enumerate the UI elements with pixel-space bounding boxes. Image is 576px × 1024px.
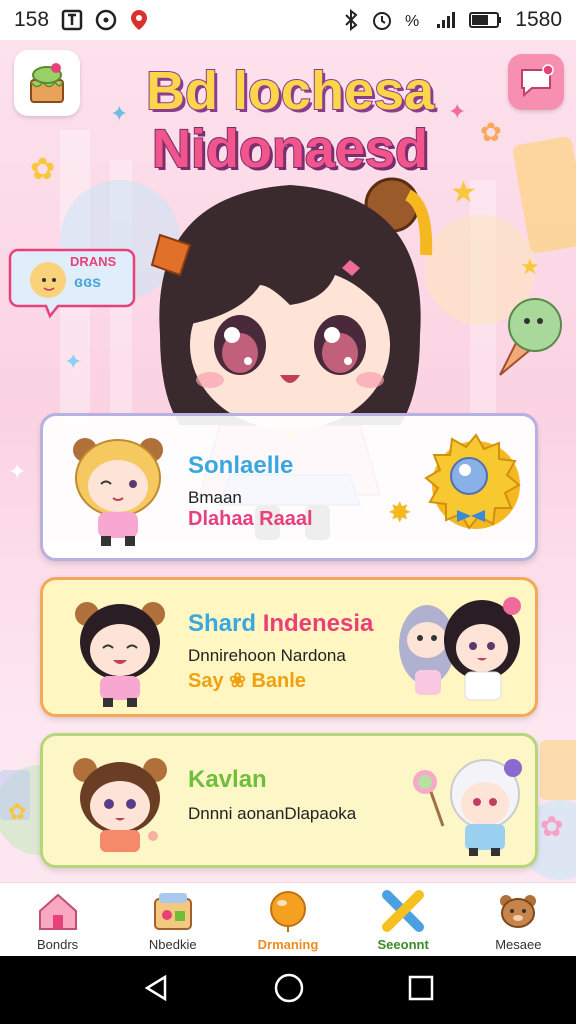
back-icon[interactable] bbox=[141, 973, 171, 1007]
sticker-text-1: DRANS bbox=[70, 254, 117, 269]
crayon-icon bbox=[381, 889, 425, 933]
game-card-1[interactable]: Sonlaelle Bmaan Dlahaa Raaal ✸ bbox=[40, 413, 538, 561]
card-2-title-part1: Shard bbox=[188, 610, 257, 637]
home-cake-button[interactable] bbox=[14, 50, 80, 116]
home-circle-icon[interactable] bbox=[273, 972, 305, 1008]
sticker-text-2: ɞɞs bbox=[74, 274, 102, 291]
card-1-title: Sonlaelle bbox=[188, 452, 294, 479]
sparkle-icon: ✦ bbox=[8, 460, 27, 485]
flower-icon: ✿ bbox=[540, 810, 564, 843]
nav-item-toys[interactable]: Nbedkie bbox=[123, 883, 223, 957]
ice-cream-sticker bbox=[480, 285, 570, 385]
wifi-icon: % bbox=[405, 10, 423, 30]
bottom-nav: Bondrs Nbedkie Drmaning Seeonnt Mesaee bbox=[0, 882, 576, 956]
nav-label-home: Bondrs bbox=[36, 937, 79, 952]
sun-mascot-icon bbox=[424, 433, 521, 530]
chat-button[interactable] bbox=[508, 54, 564, 110]
card-2-title-part2: Indenesia bbox=[262, 610, 374, 637]
chat-bubble-icon bbox=[521, 64, 554, 98]
friends-characters-icon bbox=[399, 597, 521, 701]
sparkle-icon: ✸ bbox=[388, 496, 412, 529]
status-time: 158 bbox=[14, 8, 50, 31]
card-2-title: Shard Indenesia bbox=[188, 610, 373, 638]
star-icon: ✦ bbox=[64, 350, 83, 375]
brown-hair-character-icon bbox=[73, 758, 167, 852]
svg-text:%: % bbox=[405, 13, 419, 30]
nav-item-create[interactable]: Seeonnt bbox=[353, 883, 453, 957]
bear-icon bbox=[496, 889, 540, 933]
flower-icon: ✿ bbox=[8, 800, 27, 825]
toy-box-icon bbox=[151, 889, 195, 933]
black-hair-character-icon bbox=[75, 602, 165, 707]
notification-icon bbox=[61, 9, 83, 31]
game-card-2[interactable]: Shard Indenesia Dnnirehoon Nardona Say ❀… bbox=[40, 577, 538, 717]
battery-icon bbox=[469, 10, 503, 30]
white-hair-character-icon bbox=[413, 759, 522, 856]
signal-icon bbox=[435, 10, 457, 30]
balloon-icon bbox=[266, 889, 310, 933]
card-1-line-2: Dlahaa Raaal bbox=[188, 508, 313, 530]
nav-label-messages: Mesaee bbox=[495, 937, 542, 952]
house-icon bbox=[36, 889, 80, 933]
nav-item-messages[interactable]: Mesaee bbox=[468, 883, 568, 957]
game-card-3[interactable]: Kavlan Dnnni aonanDlapaoka bbox=[40, 733, 538, 868]
bluetooth-icon bbox=[343, 9, 359, 31]
sticker-badge: DRANS ɞɞs bbox=[8, 240, 138, 320]
circle-app-icon bbox=[95, 9, 117, 31]
nav-label-drawing: Drmaning bbox=[257, 937, 319, 952]
nav-item-home[interactable]: Bondrs bbox=[8, 883, 108, 957]
nav-item-drawing[interactable]: Drmaning bbox=[238, 883, 338, 957]
cake-icon bbox=[30, 63, 64, 103]
card-3-title: Kavlan bbox=[188, 766, 267, 793]
nav-label-create: Seeonnt bbox=[377, 937, 429, 952]
alarm-icon bbox=[371, 9, 393, 31]
status-clock: 1580 bbox=[515, 8, 562, 31]
system-navigation-bar bbox=[0, 956, 576, 1024]
location-pin-icon bbox=[129, 9, 149, 31]
nav-label-toys: Nbedkie bbox=[148, 937, 197, 952]
card-1-line-1: Bmaan bbox=[188, 488, 242, 507]
blonde-character-icon bbox=[73, 438, 163, 546]
card-2-line-1: Dnnirehoon Nardona bbox=[188, 646, 346, 665]
app-title-line2: Nidonaesd bbox=[151, 119, 429, 179]
card-3-line-1: Dnnni aonanDlapaoka bbox=[188, 804, 357, 823]
card-2-line-2: Say ❀ Banle bbox=[188, 670, 306, 692]
recents-square-icon[interactable] bbox=[407, 974, 435, 1006]
status-bar: 158 % 1580 bbox=[0, 0, 576, 40]
star-icon: ★ bbox=[520, 255, 540, 280]
app-title-line1: Bd lochesa bbox=[145, 61, 435, 121]
